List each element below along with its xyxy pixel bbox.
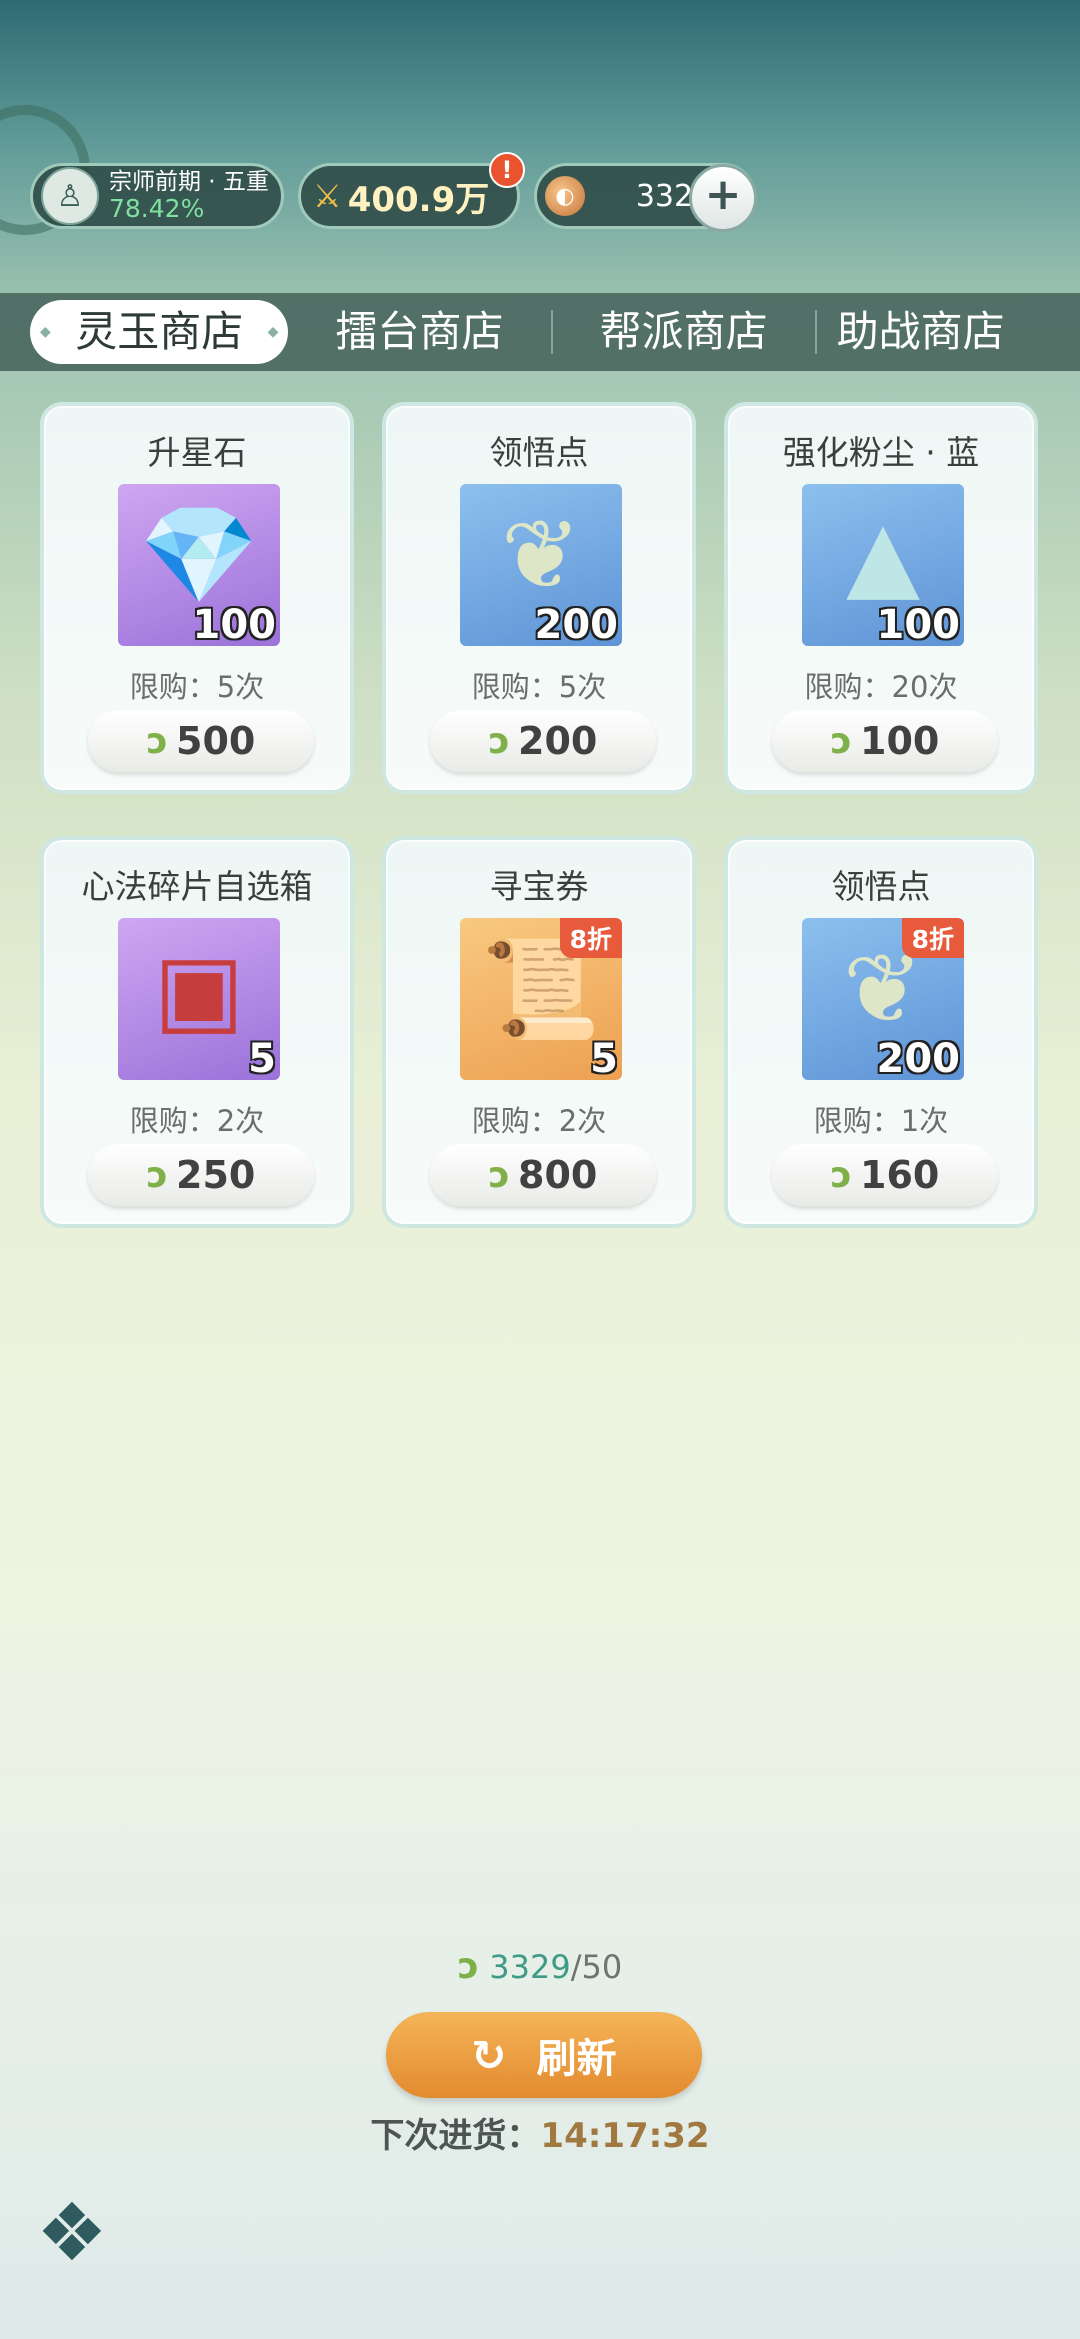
rank-text: 宗师前期 · 五重 78.42%: [109, 169, 269, 223]
refresh-button[interactable]: ↻ 刷新: [386, 2012, 702, 2098]
rank-progress: 78.42%: [109, 194, 205, 223]
currency-badge[interactable]: ◐ 3329 +: [534, 163, 757, 232]
coin-icon: ◐: [545, 176, 585, 216]
dust-box-icon: ▲: [846, 499, 920, 611]
item-quantity: 5: [590, 1036, 618, 1080]
crossed-swords-icon: ⚔: [313, 177, 342, 215]
item-image: 📜 8折 5: [460, 918, 622, 1080]
item-image: ▣ 5: [118, 918, 280, 1080]
item-price: 250: [176, 1153, 256, 1197]
purchase-limit: 限购：5次: [129, 670, 265, 704]
item-quantity: 200: [876, 1036, 961, 1080]
discount-badge: 8折: [901, 918, 964, 958]
restock-time: 14:17:32: [540, 2116, 710, 2156]
jade-currency-icon: ↄ: [146, 1154, 168, 1196]
shop-item-card[interactable]: 心法碎片自选箱 ▣ 5 限购：2次 ↄ 250: [40, 836, 354, 1228]
restock-label: 下次进货：: [370, 2116, 541, 2156]
item-price: 100: [860, 719, 940, 763]
tab-arena-shop[interactable]: 擂台商店: [288, 300, 550, 364]
item-price: 160: [860, 1153, 940, 1197]
rank-title: 宗师前期 · 五重: [109, 169, 269, 195]
purchase-limit: 限购：2次: [471, 1104, 607, 1138]
refresh-cost: ↄ 3329/50: [0, 1946, 1080, 1987]
add-currency-button[interactable]: +: [689, 164, 757, 232]
refresh-icon: ↻: [471, 2030, 507, 2080]
buy-button[interactable]: ↄ 500: [88, 710, 314, 772]
item-quantity: 100: [192, 602, 277, 646]
alert-badge: !: [489, 152, 525, 188]
item-quantity: 200: [534, 602, 619, 646]
buy-button[interactable]: ↄ 160: [772, 1144, 998, 1206]
tab-lingyu-shop[interactable]: 灵玉商店: [30, 300, 289, 364]
combat-power-badge[interactable]: ⚔ 400.9万 !: [298, 152, 525, 229]
item-price: 200: [518, 719, 598, 763]
discount-badge: 8折: [559, 918, 622, 958]
menu-logo-icon[interactable]: ❖: [36, 2188, 146, 2278]
item-price: 500: [176, 719, 256, 763]
item-image: ❦ 8折 200: [802, 918, 964, 1080]
item-quantity: 100: [876, 602, 961, 646]
item-name: 心法碎片自选箱: [81, 867, 313, 906]
restock-timer: 下次进货：14:17:32: [0, 2108, 1080, 2157]
purchase-limit: 限购：20次: [804, 670, 958, 704]
top-status-bar: ♙ 宗师前期 · 五重 78.42% ⚔ 400.9万 ! ◐ 3329 +: [30, 152, 757, 232]
refresh-cost-value: /50: [570, 1948, 623, 1986]
item-image: 💎 100: [118, 484, 280, 646]
jade-currency-icon: ↄ: [146, 720, 168, 762]
shop-item-card[interactable]: 升星石 💎 100 限购：5次 ↄ 500: [40, 402, 354, 794]
purchase-limit: 限购：5次: [471, 670, 607, 704]
combat-power-value: 400.9万: [347, 179, 490, 220]
item-name: 升星石: [147, 433, 247, 472]
jade-pendant-icon: ❦: [500, 499, 582, 611]
treasure-chest-icon: ▣: [153, 933, 245, 1045]
item-image: ❦ 200: [460, 484, 622, 646]
rank-badge[interactable]: ♙ 宗师前期 · 五重 78.42%: [30, 163, 284, 229]
buy-button[interactable]: ↄ 100: [772, 710, 998, 772]
item-quantity: 5: [248, 1036, 276, 1080]
jade-currency-icon: ↄ: [488, 1154, 510, 1196]
refresh-label: 刷新: [536, 2036, 617, 2082]
item-image: ▲ 100: [802, 484, 964, 646]
item-name: 领悟点: [831, 867, 931, 906]
shop-tabs: 灵玉商店 擂台商店 帮派商店 助战商店: [0, 293, 1080, 371]
jade-currency-icon: ↄ: [830, 1154, 852, 1196]
item-price: 800: [518, 1153, 598, 1197]
buy-button[interactable]: ↄ 800: [430, 1144, 656, 1206]
shop-item-card[interactable]: 寻宝券 📜 8折 5 限购：2次 ↄ 800: [382, 836, 696, 1228]
item-name: 寻宝券: [489, 867, 589, 906]
balance-current: 3329: [489, 1948, 571, 1986]
jade-currency-icon: ↄ: [830, 720, 852, 762]
shop-item-card[interactable]: 领悟点 ❦ 8折 200 限购：1次 ↄ 160: [724, 836, 1038, 1228]
shop-item-card[interactable]: 强化粉尘 · 蓝 ▲ 100 限购：20次 ↄ 100: [724, 402, 1038, 794]
jade-currency-icon: ↄ: [488, 720, 510, 762]
avatar-icon: ♙: [41, 167, 99, 225]
tab-assist-shop[interactable]: 助战商店: [817, 300, 1080, 364]
crystal-icon: 💎: [139, 499, 259, 611]
buy-button[interactable]: ↄ 200: [430, 710, 656, 772]
tab-guild-shop[interactable]: 帮派商店: [553, 300, 815, 364]
shop-item-card[interactable]: 领悟点 ❦ 200 限购：5次 ↄ 200: [382, 402, 696, 794]
purchase-limit: 限购：2次: [129, 1104, 265, 1138]
buy-button[interactable]: ↄ 250: [88, 1144, 314, 1206]
item-name: 领悟点: [489, 433, 589, 472]
jade-currency-icon: ↄ: [457, 1946, 480, 1987]
purchase-limit: 限购：1次: [813, 1104, 949, 1138]
item-name: 强化粉尘 · 蓝: [782, 433, 980, 472]
